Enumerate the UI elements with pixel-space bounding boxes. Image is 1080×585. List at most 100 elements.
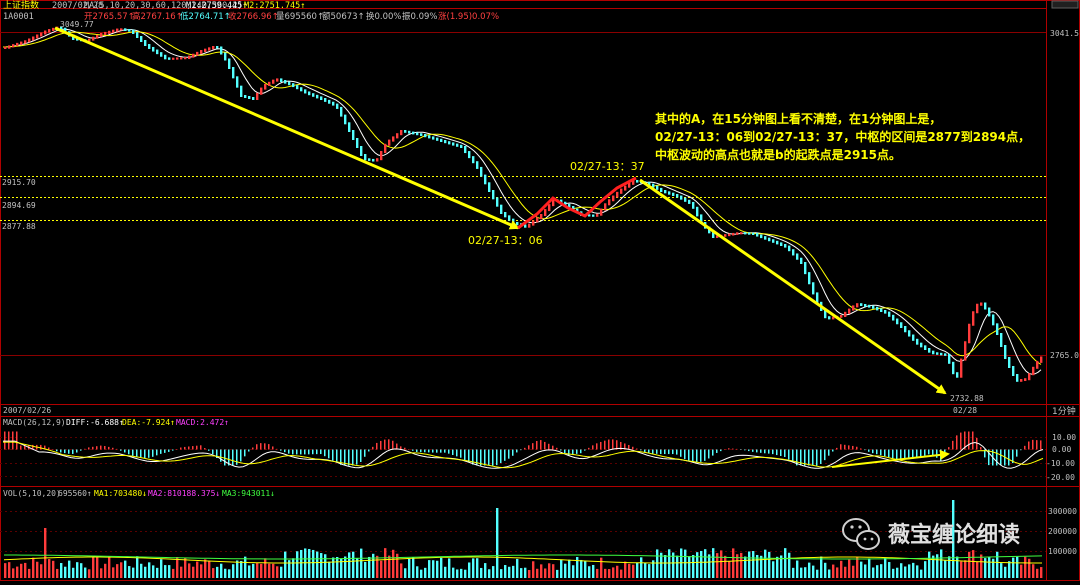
macd-bar xyxy=(8,431,10,450)
volume-bar xyxy=(504,565,507,578)
macd-bar xyxy=(924,449,926,456)
period-selector[interactable]: 1分钟 xyxy=(1052,405,1076,417)
macd-bar xyxy=(828,449,830,456)
volume-bar xyxy=(808,562,811,578)
volume-bar xyxy=(320,553,323,578)
volume-bar xyxy=(404,568,407,578)
volume-bar xyxy=(12,568,15,578)
price-bar xyxy=(756,233,759,237)
macd-bar xyxy=(996,449,998,466)
volume-bar xyxy=(164,565,167,578)
price-bar xyxy=(980,302,983,306)
macd-bar xyxy=(100,445,102,450)
volume-bar xyxy=(1004,566,1007,578)
macd-bar xyxy=(308,449,310,455)
volume-bar xyxy=(364,561,367,578)
price-bar xyxy=(420,133,423,136)
volume-bar xyxy=(536,568,539,578)
macd-bar xyxy=(1016,449,1018,457)
volume-bar xyxy=(500,569,503,578)
macd-bar xyxy=(712,449,714,456)
macd-bar xyxy=(116,448,118,450)
volume-bar xyxy=(116,564,119,578)
macd-bar xyxy=(364,449,366,457)
price-bar xyxy=(276,78,279,82)
price-bar xyxy=(1032,366,1035,376)
volume-bar xyxy=(712,548,715,578)
macd-bar xyxy=(728,448,730,450)
macd-bar xyxy=(200,445,202,450)
volume-bar xyxy=(664,555,667,578)
volume-bar xyxy=(184,557,187,578)
volume-bar xyxy=(768,551,771,578)
price-bar xyxy=(8,45,11,49)
price-bar xyxy=(156,49,159,55)
price-bar xyxy=(772,239,775,243)
watermark-text: 薇宝缠论细读 xyxy=(888,522,1020,548)
scroll-thumb[interactable] xyxy=(1051,0,1079,9)
macd-bar xyxy=(672,449,674,455)
macd-bar xyxy=(124,449,126,453)
volume-bar xyxy=(960,561,963,578)
volume-bar xyxy=(204,559,207,578)
volume-bar xyxy=(400,563,403,578)
price-bar xyxy=(744,232,747,235)
price-bar xyxy=(500,204,503,214)
price-bar xyxy=(468,151,471,159)
volume-bar xyxy=(804,567,807,578)
price-bar xyxy=(216,46,219,49)
price-bar xyxy=(528,223,531,228)
macd-bar xyxy=(1024,445,1026,450)
watermark: 薇宝缠论细读 xyxy=(842,518,1020,550)
annotation-line-2: 02/27-13：06到02/27-13：37，中枢的区间是2877到2894点… xyxy=(655,129,1030,144)
volume-bar xyxy=(148,562,151,578)
price-bar xyxy=(636,180,639,183)
price-bar xyxy=(140,36,143,42)
price-bar xyxy=(436,137,439,141)
trend-arrows xyxy=(54,26,950,468)
macd-bar xyxy=(864,449,866,451)
volume-bar xyxy=(676,555,679,578)
macd-bar xyxy=(716,449,718,453)
macd-bar xyxy=(112,447,114,450)
volume-bar xyxy=(312,549,315,578)
volume-bar xyxy=(276,566,279,578)
price-bar xyxy=(668,191,671,195)
price-bar xyxy=(692,201,695,209)
volume-bar xyxy=(956,556,959,578)
volume-bar xyxy=(580,559,583,578)
macd-bar xyxy=(1020,449,1022,451)
price-bar xyxy=(828,316,831,320)
price-bar xyxy=(456,143,459,147)
volume-bar xyxy=(52,560,55,578)
vol-header: VOL(5,10,20) 695560↑ MA1:703480↓ MA2:810… xyxy=(3,489,275,498)
volume-bar xyxy=(524,567,527,578)
price-axis-tick-top: 3041.5 xyxy=(1050,29,1079,38)
volume-bar xyxy=(112,567,115,578)
macd-bar xyxy=(784,449,786,457)
volume-bar xyxy=(924,561,927,578)
macd-bar xyxy=(204,448,206,450)
end-price-label: 2732.88 xyxy=(950,394,984,403)
volume-bar xyxy=(84,567,87,578)
price-bar xyxy=(288,81,291,86)
volume-bar xyxy=(432,560,435,578)
macd-bar xyxy=(608,439,610,450)
price-bar xyxy=(976,303,979,314)
volume-bar xyxy=(608,569,611,578)
volume-bar xyxy=(552,564,555,578)
price-bar xyxy=(192,53,195,58)
volume-bar xyxy=(764,549,767,578)
volume-bar xyxy=(80,563,83,578)
vol-ma2: MA2:810188.375↓ xyxy=(148,489,220,498)
volume-bar xyxy=(928,551,931,578)
macd-bar xyxy=(752,449,754,452)
price-bar xyxy=(932,350,935,355)
price-bar xyxy=(460,144,463,148)
macd-bar xyxy=(684,449,686,459)
price-bar xyxy=(940,352,943,356)
macd-bar xyxy=(172,449,174,451)
header-m1: M1:2759.445↑ xyxy=(186,1,247,11)
price-bar xyxy=(372,158,375,162)
macd-bar xyxy=(256,444,258,450)
